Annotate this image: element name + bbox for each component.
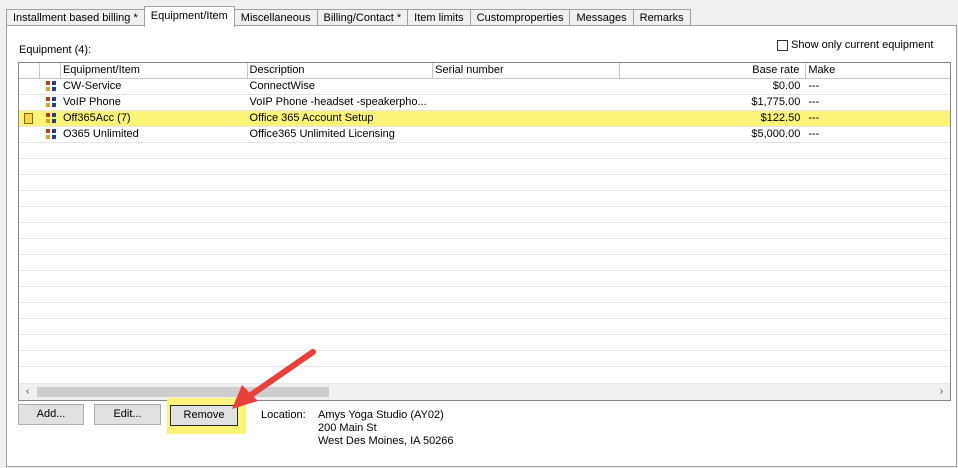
row-flag-cell [19,95,40,110]
cell-base-rate: $1,775.00 [751,96,801,108]
row-flag-cell [19,79,40,94]
col-header-description[interactable]: Description [247,63,434,79]
equipment-icon [45,81,57,92]
row-icon-cell [40,111,61,126]
tab-miscellaneous[interactable]: Miscellaneous [233,9,318,26]
table-row[interactable]: O365 Unlimited Office365 Unlimited Licen… [19,127,950,143]
empty-row [19,159,950,175]
cell-base-rate: $5,000.00 [751,128,801,140]
empty-grid-area [19,143,950,367]
empty-row [19,271,950,287]
location-address: Amys Yoga Studio (AY02) 200 Main St West… [318,409,454,448]
empty-row [19,303,950,319]
horizontal-scrollbar[interactable]: ‹ › [19,383,950,400]
show-only-current-checkbox[interactable] [777,39,788,51]
cell-make: --- [808,96,820,108]
cell-serial-number [433,79,620,94]
tab-billing-contact[interactable]: Billing/Contact * [316,9,409,26]
empty-row [19,223,950,239]
cell-serial-number [433,111,620,126]
row-icon-cell [40,127,61,142]
location-city: West Des Moines, IA 50266 [318,435,454,447]
empty-row [19,191,950,207]
table-row[interactable]: VoIP Phone VoIP Phone -headset -speakerp… [19,95,950,111]
empty-row [19,351,950,367]
empty-row [19,239,950,255]
grid-header: Equipment/Item Description Serial number… [19,63,950,79]
show-only-current-label: Show only current equipment [791,39,934,51]
note-flag-icon [24,113,33,124]
cell-description: Office365 Unlimited Licensing [249,128,395,140]
location-street: 200 Main St [318,422,377,434]
empty-row [19,143,950,159]
tab-customproperties[interactable]: Customproperties [469,9,571,26]
cell-base-rate: $0.00 [772,80,801,92]
col-header-icon[interactable] [39,63,61,79]
scroll-left-icon[interactable]: ‹ [19,384,36,400]
empty-row [19,335,950,351]
scroll-right-icon[interactable]: › [933,384,950,400]
location-name: Amys Yoga Studio (AY02) [318,409,444,421]
col-header-serial-number[interactable]: Serial number [433,63,620,79]
cell-description: Office 365 Account Setup [249,112,374,124]
empty-row [19,287,950,303]
contract-window: Installment based billing * Equipment/It… [0,0,958,468]
col-header-equipment-item[interactable]: Equipment/Item [60,63,248,79]
table-row[interactable]: Off365Acc (7) Office 365 Account Setup $… [19,111,950,127]
cell-equipment-item: VoIP Phone [62,96,121,108]
edit-button[interactable]: Edit... [94,404,161,425]
row-icon-cell [40,95,61,110]
annotation-arrow-icon [232,349,316,409]
cell-description: VoIP Phone -headset -speakerpho... [249,96,427,108]
cell-serial-number [433,95,620,110]
cell-make: --- [808,112,820,124]
row-icon-cell [40,79,61,94]
col-header-base-rate[interactable]: Base rate [619,63,807,79]
cell-make: --- [808,128,820,140]
col-header-make[interactable]: Make [806,63,950,79]
cell-equipment-item: Off365Acc (7) [62,112,131,124]
empty-row [19,175,950,191]
tab-equipment-item[interactable]: Equipment/Item [143,6,235,27]
empty-row [19,255,950,271]
tab-installment-based-billing[interactable]: Installment based billing * [6,9,145,26]
empty-row [19,319,950,335]
cell-make: --- [808,80,820,92]
show-only-current-option[interactable]: Show only current equipment [777,39,933,51]
add-button[interactable]: Add... [18,404,84,425]
grid-rows: CW-Service ConnectWise $0.00 --- VoIP Ph… [19,79,950,367]
cell-base-rate: $122.50 [760,112,801,124]
tab-strip: Installment based billing * Equipment/It… [6,5,691,27]
equipment-icon [45,97,57,108]
cell-description: ConnectWise [249,80,315,92]
equipment-icon [45,113,57,124]
equipment-icon [45,129,57,140]
equipment-grid[interactable]: Equipment/Item Description Serial number… [18,62,951,401]
cell-equipment-item: O365 Unlimited [62,128,139,140]
cell-equipment-item: CW-Service [62,80,122,92]
row-flag-cell [19,111,40,126]
tab-remarks[interactable]: Remarks [632,9,691,26]
empty-row [19,207,950,223]
equipment-count-label: Equipment (4): [19,44,92,56]
tab-messages[interactable]: Messages [569,9,634,26]
table-row[interactable]: CW-Service ConnectWise $0.00 --- [19,79,950,95]
equipment-tab-page: Equipment (4): Show only current equipme… [6,25,957,467]
col-header-flag[interactable] [19,63,40,79]
tab-item-limits[interactable]: Item limits [407,9,471,26]
row-flag-cell [19,127,40,142]
cell-serial-number [433,127,620,142]
